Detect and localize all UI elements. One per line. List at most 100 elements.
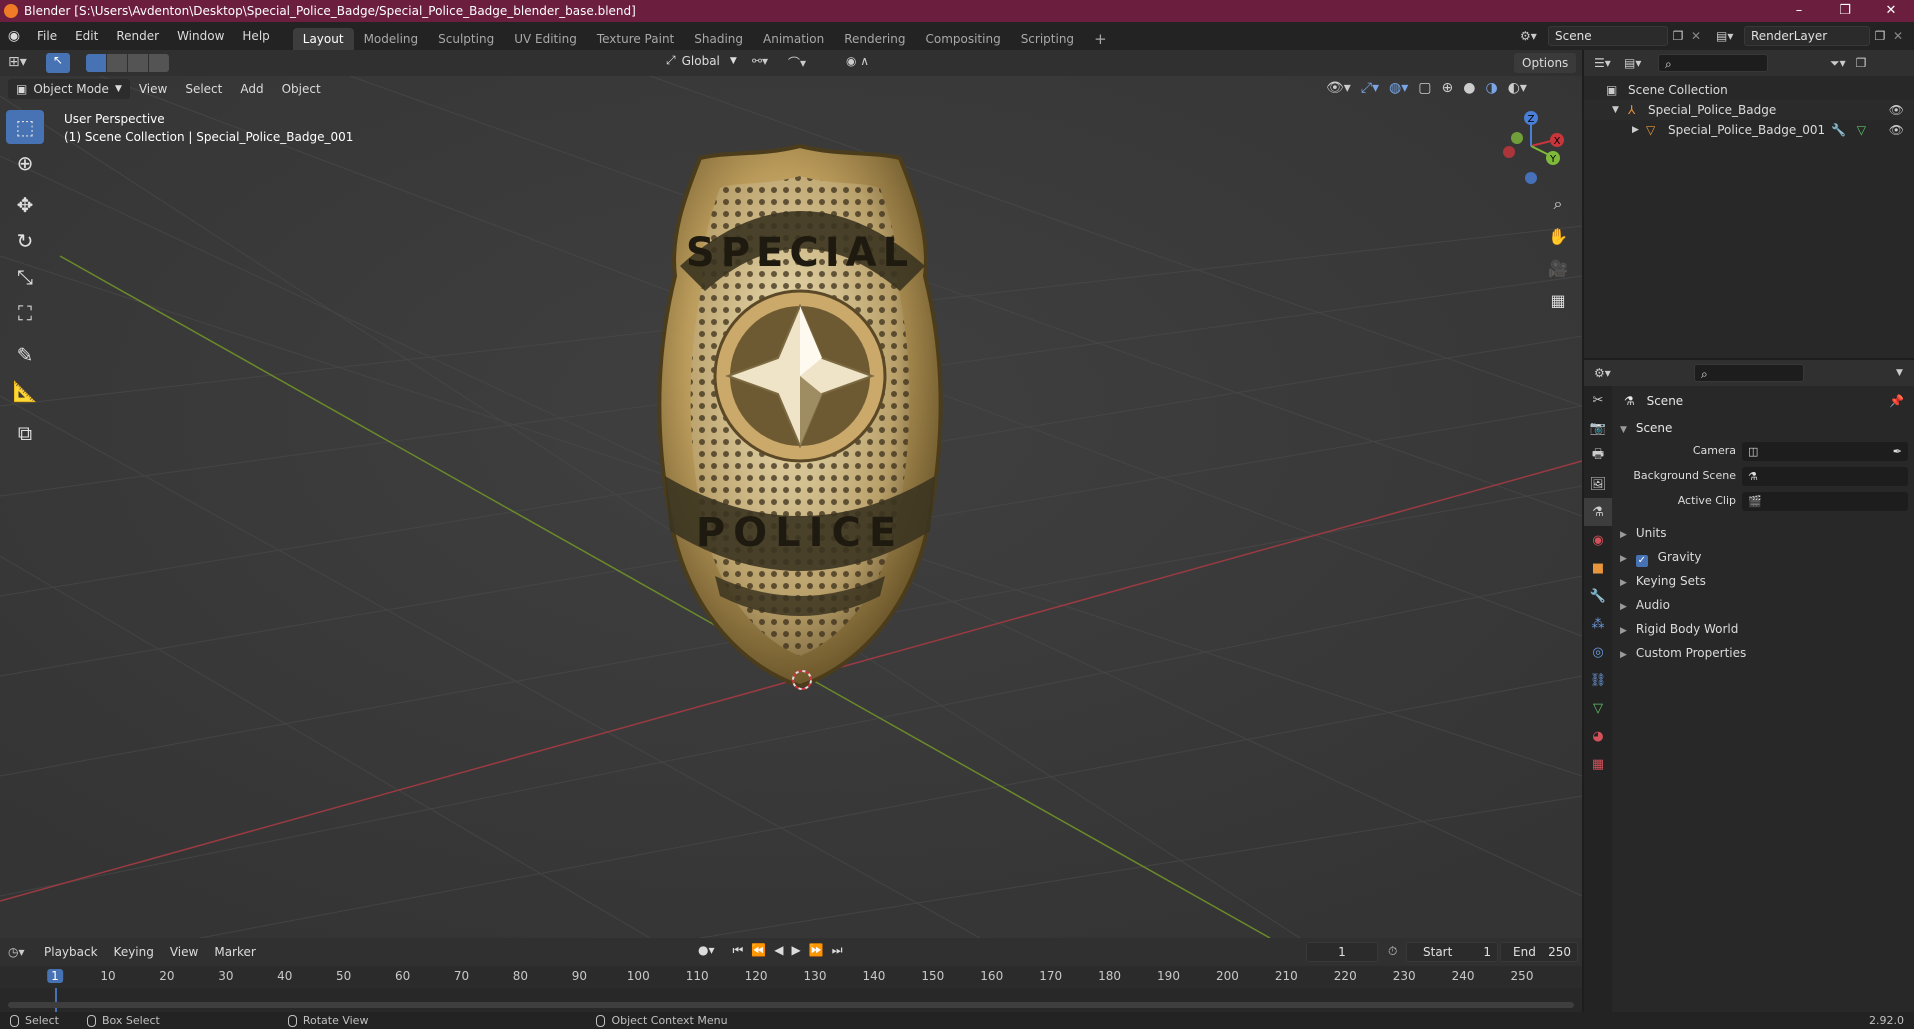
tab-texture-paint[interactable]: Texture Paint xyxy=(587,28,684,50)
viewport-menu-object[interactable]: Object xyxy=(273,76,330,102)
grid-perspective-icon[interactable]: ▦ xyxy=(1544,286,1572,314)
play-reverse-icon[interactable]: ◀ xyxy=(774,943,783,958)
new-collection-icon[interactable]: ❐ xyxy=(1856,56,1867,70)
world-tab-icon[interactable]: ◉ xyxy=(1584,526,1612,554)
eye-visibility-icon[interactable]: 👁 xyxy=(1889,120,1904,140)
viewport-menu-view[interactable]: View xyxy=(130,76,176,102)
eye-visibility-icon[interactable]: 👁 xyxy=(1889,100,1904,120)
overlay-toggle-icon[interactable]: ◍▾ xyxy=(1389,80,1408,96)
menu-help[interactable]: Help xyxy=(233,22,278,50)
snap-icon[interactable]: ⌒▾ xyxy=(788,54,806,71)
modifier-wrench-icon[interactable]: 🔧 xyxy=(1831,120,1846,140)
viewport-menu-add[interactable]: Add xyxy=(231,76,272,102)
panel-scene-header[interactable]: ▼ Scene xyxy=(1612,416,1914,440)
zoom-icon[interactable]: ⌕ xyxy=(1544,190,1572,218)
scene-name-field[interactable]: Scene xyxy=(1548,26,1668,46)
render-tab-icon[interactable]: 📷 xyxy=(1584,414,1612,442)
options-button[interactable]: Options xyxy=(1514,53,1577,73)
menu-file[interactable]: File xyxy=(28,22,66,50)
panel-gravity[interactable]: ▶ ✓ Gravity xyxy=(1612,545,1914,569)
tab-modeling[interactable]: Modeling xyxy=(354,28,429,50)
material-shading-icon[interactable]: ◑ xyxy=(1485,80,1497,96)
3d-viewport[interactable]: SPECIAL POLICE User Perspective (1) Scen… xyxy=(0,76,1582,938)
jump-start-icon[interactable]: ⏮ xyxy=(733,943,744,958)
minimize-button[interactable]: – xyxy=(1776,0,1822,22)
outliner-item-badge-mesh[interactable]: ▶ ▽ Special_Police_Badge_001 🔧 ▽ 👁 xyxy=(1584,120,1914,140)
rendered-shading-icon[interactable]: ◐▾ xyxy=(1508,80,1527,96)
visibility-icon[interactable]: 👁▾ xyxy=(1326,80,1351,96)
add-workspace-button[interactable]: + xyxy=(1084,28,1117,50)
camera-view-icon[interactable]: 🎥 xyxy=(1544,254,1572,282)
pin-icon[interactable]: 📌 xyxy=(1889,386,1904,416)
maximize-button[interactable]: ❐ xyxy=(1822,0,1868,22)
mesh-data-icon[interactable]: ▽ xyxy=(1857,120,1866,140)
tab-uv-editing[interactable]: UV Editing xyxy=(504,28,587,50)
physics-tab-icon[interactable]: ◎ xyxy=(1584,638,1612,666)
blender-menu-icon[interactable]: ◉ xyxy=(0,28,28,44)
camera-field[interactable]: ◫ ✒ xyxy=(1742,442,1908,461)
gizmo-toggle-icon[interactable]: ⤢▾ xyxy=(1361,80,1379,96)
properties-editor-icon[interactable]: ⚙▾ xyxy=(1594,366,1694,380)
delete-render-layer-icon[interactable]: ✕ xyxy=(1890,29,1906,43)
panel-rigid-body-world[interactable]: ▶ Rigid Body World xyxy=(1612,617,1914,641)
tab-shading[interactable]: Shading xyxy=(684,28,753,50)
annotate-tool[interactable]: ✎ xyxy=(6,338,44,372)
timeline-body[interactable] xyxy=(0,988,1582,1012)
play-icon[interactable]: ▶ xyxy=(792,943,801,958)
object-tab-icon[interactable]: ■ xyxy=(1584,554,1612,582)
mode-new-icon[interactable] xyxy=(86,54,106,72)
expand-chevron-icon[interactable]: ▼ xyxy=(1612,100,1619,120)
outliner-scene-collection[interactable]: ▣ Scene Collection xyxy=(1584,80,1914,100)
outliner-item-badge-empty[interactable]: ▼ ⅄ Special_Police_Badge 👁 xyxy=(1584,100,1914,120)
select-tool-icon[interactable]: ↖ xyxy=(46,53,70,73)
render-layer-icon[interactable]: ▤▾ xyxy=(1716,29,1744,43)
scale-tool[interactable]: ⤡ xyxy=(6,260,44,294)
start-frame-field[interactable]: Start 1 xyxy=(1406,942,1498,962)
select-box-tool[interactable]: ⬚ xyxy=(6,110,44,144)
current-frame-field[interactable]: 1 xyxy=(1306,942,1378,962)
prev-keyframe-icon[interactable]: ⏪ xyxy=(751,943,766,958)
panel-audio[interactable]: ▶ Audio xyxy=(1612,593,1914,617)
properties-search-input[interactable]: ⌕ xyxy=(1694,364,1804,382)
cursor-tool[interactable]: ⊕ xyxy=(6,146,44,180)
mode-intersect-icon[interactable] xyxy=(149,54,169,72)
modifier-tab-icon[interactable]: 🔧 xyxy=(1584,582,1612,610)
object-mode-dropdown[interactable]: ▣ Object Mode ▼ xyxy=(8,79,130,99)
view-layer-tab-icon[interactable]: 🖼 xyxy=(1584,470,1612,498)
transform-tool[interactable]: ⛶ xyxy=(6,296,44,330)
tab-rendering[interactable]: Rendering xyxy=(834,28,915,50)
timeline-editor-icon[interactable]: ◷▾ xyxy=(8,945,36,959)
timeline-menu-keying[interactable]: Keying xyxy=(106,942,162,962)
scene-icon[interactable]: ⚙▾ xyxy=(1520,29,1548,43)
transform-orientation[interactable]: ⤢ Global ▼ xyxy=(666,53,737,68)
constraints-tab-icon[interactable]: ⛓ xyxy=(1584,666,1612,694)
tab-animation[interactable]: Animation xyxy=(753,28,834,50)
timeline-ruler[interactable]: 1 10 20 30 40 50 60 70 80 90 100 110 120 130 140 150 160… xyxy=(0,966,1582,988)
timeline-menu-marker[interactable]: Marker xyxy=(206,942,263,962)
tab-sculpting[interactable]: Sculpting xyxy=(428,28,504,50)
playhead[interactable] xyxy=(55,988,57,1012)
eyedropper-icon[interactable]: ✒ xyxy=(1893,442,1902,461)
move-tool[interactable]: ✥ xyxy=(6,188,44,222)
editor-type-icon[interactable]: ⊞▾ xyxy=(8,54,27,70)
active-clip-field[interactable]: 🎬 xyxy=(1742,492,1908,511)
panel-custom-properties[interactable]: ▶ Custom Properties xyxy=(1612,641,1914,665)
gravity-checkbox[interactable]: ✓ xyxy=(1635,555,1648,567)
display-mode-icon[interactable]: ▤▾ xyxy=(1624,56,1658,70)
proportional-edit-icon[interactable]: ◉ ∧ xyxy=(846,54,869,68)
record-icon[interactable]: ●▾ xyxy=(698,943,715,958)
outliner-search-input[interactable]: ⌕ xyxy=(1658,54,1768,72)
close-button[interactable]: ✕ xyxy=(1868,0,1914,22)
next-keyframe-icon[interactable]: ⏩ xyxy=(809,943,824,958)
add-cube-tool[interactable]: ⧉ xyxy=(6,416,44,450)
outliner-editor-icon[interactable]: ☰▾ xyxy=(1594,56,1624,70)
pivot-point-icon[interactable]: ⚯▾ xyxy=(752,54,768,68)
navigation-gizmo[interactable]: X Y Z xyxy=(1495,106,1575,186)
chevron-down-icon[interactable]: ▼ xyxy=(1896,368,1903,378)
render-layer-field[interactable]: RenderLayer xyxy=(1744,26,1870,46)
xray-icon[interactable]: ▢ xyxy=(1418,80,1431,96)
new-render-layer-icon[interactable]: ❐ xyxy=(1870,29,1890,43)
timeline-scrollbar[interactable] xyxy=(8,1002,1574,1008)
menu-window[interactable]: Window xyxy=(168,22,233,50)
measure-tool[interactable]: 📐 xyxy=(6,374,44,408)
